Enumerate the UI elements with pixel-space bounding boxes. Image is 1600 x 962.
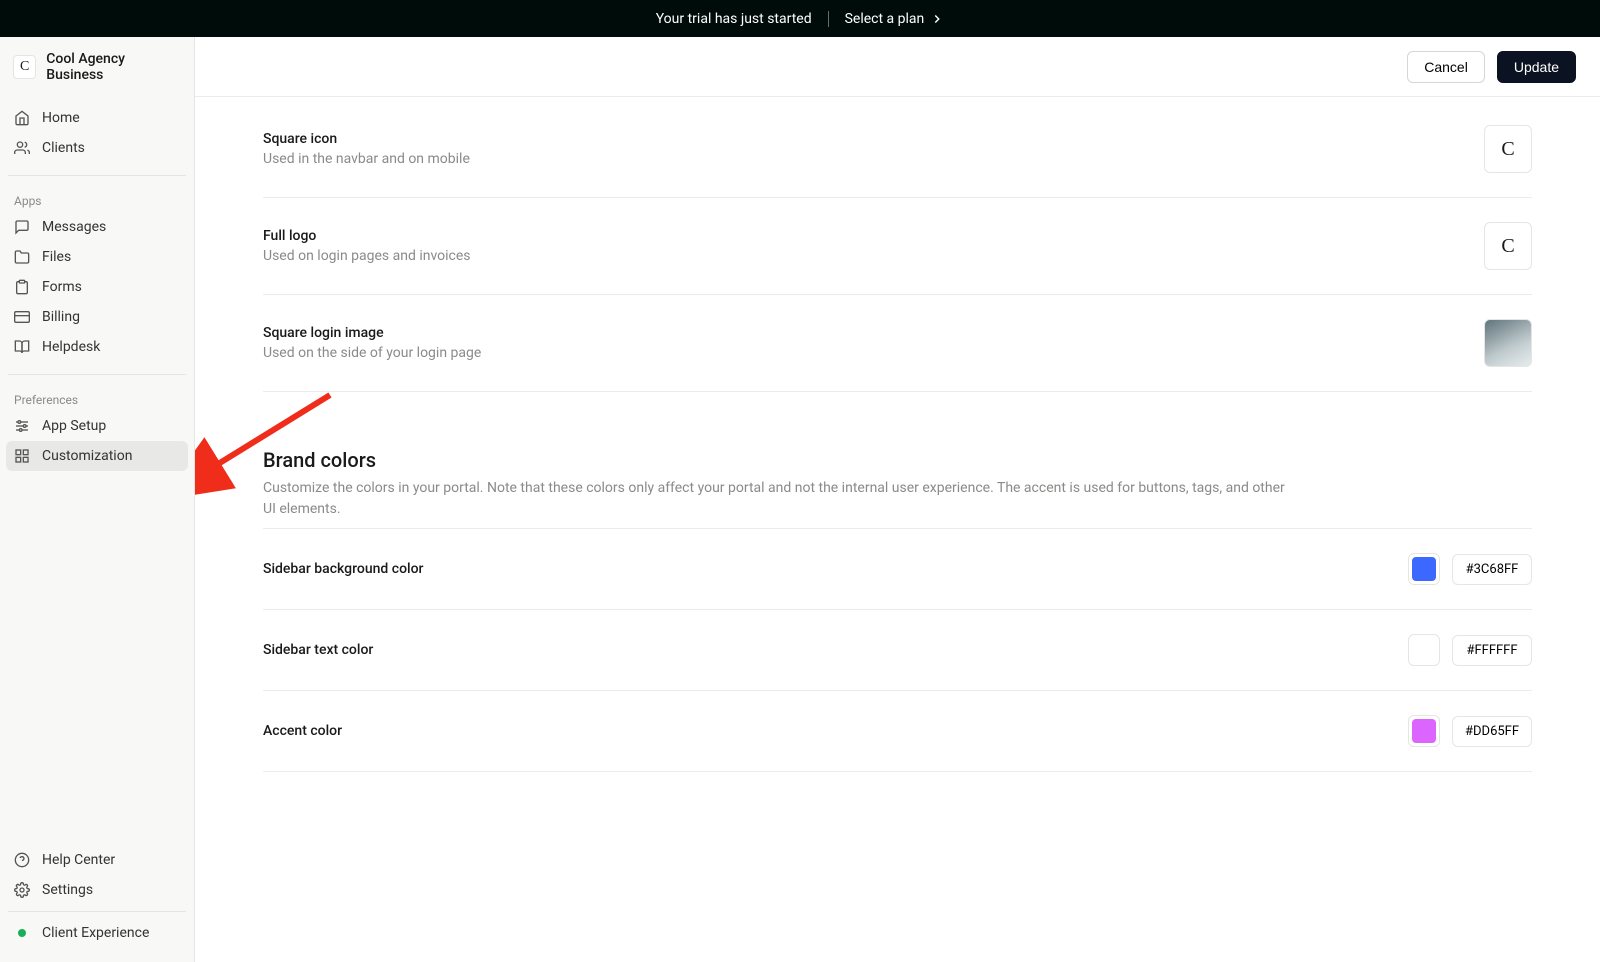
main: Cancel Update Square icon Used in the na… [195,37,1600,962]
sidebar-item-label: Files [42,249,71,265]
sidebar-item-label: Messages [42,219,106,235]
content-scroll[interactable]: Square icon Used in the navbar and on mo… [195,97,1600,962]
color-swatch [1412,557,1436,581]
sidebar-item-label: Forms [42,279,82,295]
setting-square-icon: Square icon Used in the navbar and on mo… [263,97,1532,198]
status-dot-icon [18,929,26,937]
trial-text: Your trial has just started [656,11,812,27]
full-logo-preview[interactable]: C [1484,222,1532,270]
home-icon [14,110,30,126]
login-image-preview[interactable] [1484,319,1532,367]
sidebar-item-label: Help Center [42,852,115,868]
workspace-switcher[interactable]: C Cool Agency Business [0,51,194,97]
clipboard-icon [14,279,30,295]
sidebar-item-clients[interactable]: Clients [6,133,188,163]
setting-full-logo: Full logo Used on login pages and invoic… [263,198,1532,295]
sidebar-item-help-center[interactable]: Help Center [6,845,188,875]
banner-divider [828,11,829,27]
sidebar-item-label: Customization [42,448,132,464]
sidebar-item-helpdesk[interactable]: Helpdesk [6,332,188,362]
color-swatch-button[interactable] [1408,715,1440,747]
setting-label: Sidebar background color [263,561,423,577]
color-swatch [1412,638,1436,662]
book-icon [14,339,30,355]
sidebar-item-forms[interactable]: Forms [6,272,188,302]
update-button[interactable]: Update [1497,51,1576,83]
nav-divider [8,175,186,176]
sidebar-item-messages[interactable]: Messages [6,212,188,242]
setting-label: Sidebar text color [263,642,373,658]
sidebar-item-billing[interactable]: Billing [6,302,188,332]
nav-section-preferences: Preferences [6,387,188,411]
setting-label: Full logo [263,228,471,244]
sidebar-item-label: Billing [42,309,80,325]
setting-desc: Used in the navbar and on mobile [263,151,470,167]
setting-label: Square login image [263,325,481,341]
section-desc: Customize the colors in your portal. Not… [263,478,1293,520]
square-icon-preview[interactable]: C [1484,125,1532,173]
sidebar-item-app-setup[interactable]: App Setup [6,411,188,441]
grid-icon [14,448,30,464]
gear-icon [14,882,30,898]
sidebar-item-client-experience[interactable]: Client Experience [6,918,188,948]
sidebar-item-settings[interactable]: Settings [6,875,188,905]
sidebar-item-label: Helpdesk [42,339,100,355]
credit-card-icon [14,309,30,325]
setting-accent-color: Accent color [263,691,1532,772]
folder-icon [14,249,30,265]
setting-sidebar-text-color: Sidebar text color [263,610,1532,691]
toolbar: Cancel Update [195,37,1600,97]
sidebar-item-label: App Setup [42,418,106,434]
section-title: Brand colors [263,448,1532,472]
sidebar-item-label: Settings [42,882,93,898]
sliders-icon [14,418,30,434]
color-swatch [1412,719,1436,743]
setting-label: Accent color [263,723,342,739]
setting-label: Square icon [263,131,470,147]
users-icon [14,140,30,156]
plan-link-label: Select a plan [845,11,925,27]
color-swatch-button[interactable] [1408,634,1440,666]
color-hex-input[interactable] [1452,635,1532,666]
select-plan-link[interactable]: Select a plan [845,11,945,27]
nav-section-apps: Apps [6,188,188,212]
workspace-name: Cool Agency Business [46,51,181,83]
trial-banner: Your trial has just started Select a pla… [0,0,1600,37]
sidebar-item-label: Home [42,110,80,126]
message-icon [14,219,30,235]
nav-divider [8,911,186,912]
cancel-button[interactable]: Cancel [1407,51,1485,83]
sidebar-item-home[interactable]: Home [6,103,188,133]
nav-divider [8,374,186,375]
sidebar-item-label: Client Experience [42,925,149,941]
sidebar-item-files[interactable]: Files [6,242,188,272]
color-swatch-button[interactable] [1408,553,1440,585]
workspace-logo: C [13,55,36,79]
sidebar-item-customization[interactable]: Customization [6,441,188,471]
brand-colors-header: Brand colors Customize the colors in you… [263,392,1532,528]
color-hex-input[interactable] [1452,554,1532,585]
sidebar-item-label: Clients [42,140,85,156]
setting-desc: Used on login pages and invoices [263,248,471,264]
sidebar: C Cool Agency Business Home Clients Apps [0,37,195,962]
setting-login-image: Square login image Used on the side of y… [263,295,1532,392]
setting-sidebar-bg-color: Sidebar background color [263,528,1532,610]
chevron-right-icon [930,12,944,26]
help-icon [14,852,30,868]
setting-desc: Used on the side of your login page [263,345,481,361]
color-hex-input[interactable] [1452,716,1532,747]
